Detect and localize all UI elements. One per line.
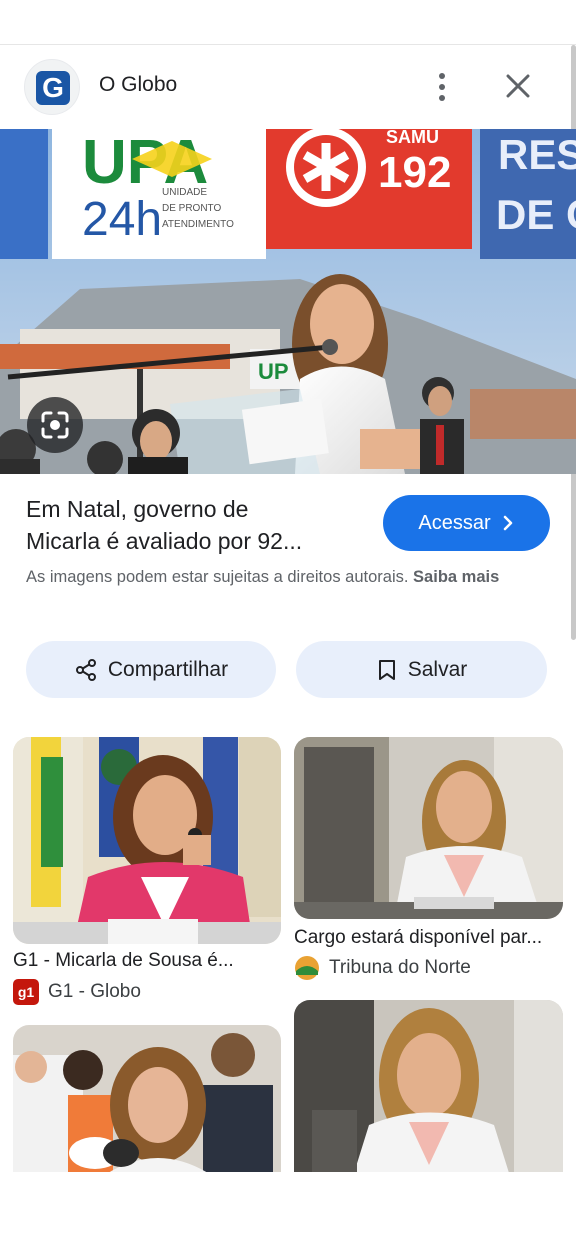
save-button[interactable]: Salvar — [296, 641, 547, 698]
related-source-1[interactable]: g1 G1 - Globo — [13, 979, 141, 1005]
save-label: Salvar — [407, 657, 468, 681]
related-image-1[interactable] — [13, 737, 281, 944]
site-logo[interactable]: G — [24, 59, 80, 115]
main-photo: UPA 24h UNIDADE DE PRONTO ATENDIMENTO SA… — [0, 129, 576, 474]
related-photo-1 — [13, 737, 281, 944]
up-sign-text: UP — [258, 359, 289, 384]
share-icon — [75, 658, 96, 681]
status-area — [0, 0, 576, 44]
192-sign-text: 192 — [378, 148, 451, 197]
bookmark-icon — [378, 659, 395, 680]
related-source-2[interactable]: Tribuna do Norte — [294, 955, 471, 981]
image-viewer-sheet: G O Globo 24h UNIDADE DE PRONTO ATENDIME… — [0, 44, 576, 1172]
learn-more-link[interactable]: Saiba mais — [413, 568, 499, 586]
more-options-button[interactable] — [422, 67, 462, 107]
related-caption-1[interactable]: G1 - Micarla de Sousa é... — [13, 950, 234, 972]
res-sign-text: RES — [498, 131, 576, 178]
related-photo-2 — [294, 737, 563, 919]
bottom-blank — [0, 1172, 576, 1248]
site-name[interactable]: O Globo — [99, 73, 177, 97]
sign-unidade: UNIDADE — [162, 187, 207, 198]
deq-sign-text: DE Q — [496, 191, 576, 238]
more-vert-icon — [439, 73, 445, 101]
related-image-2[interactable] — [294, 737, 563, 919]
lens-icon — [41, 411, 69, 439]
related-image-4[interactable] — [294, 1000, 563, 1172]
visit-button[interactable]: Acessar — [383, 495, 550, 551]
image-title[interactable]: Em Natal, governo de Micarla é avaliado … — [26, 493, 366, 557]
main-image[interactable]: UPA 24h UNIDADE DE PRONTO ATENDIMENTO SA… — [0, 129, 576, 474]
visit-label: Acessar — [418, 511, 491, 534]
lens-search-button[interactable] — [27, 397, 83, 453]
related-photo-4 — [294, 1000, 563, 1172]
viewer-header: G O Globo — [0, 45, 576, 129]
24h-sign-text: 24h — [82, 193, 162, 246]
sign-atendimento: ATENDIMENTO — [162, 219, 234, 230]
related-photo-3 — [13, 1025, 281, 1172]
title-line-1: Em Natal, governo de — [26, 496, 249, 522]
share-label: Compartilhar — [107, 657, 229, 681]
related-source-2-label: Tribuna do Norte — [329, 957, 471, 978]
related-image-3[interactable] — [13, 1025, 281, 1172]
samu-sign-text: SAMU — [386, 129, 439, 147]
copyright-text: As imagens podem estar sujeitas a direit… — [26, 568, 409, 586]
tribuna-icon — [295, 956, 319, 980]
related-source-1-label: G1 - Globo — [48, 981, 141, 1002]
title-line-2: Micarla é avaliado por 92... — [26, 528, 303, 554]
g1-logo-icon: g1 — [13, 979, 39, 1005]
close-icon — [506, 74, 530, 98]
globo-logo-icon: G — [36, 71, 70, 105]
chevron-right-icon — [503, 515, 512, 531]
sign-de-pronto: DE PRONTO — [162, 203, 221, 214]
copyright-notice: As imagens podem estar sujeitas a direit… — [26, 565, 546, 590]
close-button[interactable] — [496, 67, 540, 107]
related-caption-2[interactable]: Cargo estará disponível par... — [294, 927, 542, 949]
share-button[interactable]: Compartilhar — [26, 641, 276, 698]
